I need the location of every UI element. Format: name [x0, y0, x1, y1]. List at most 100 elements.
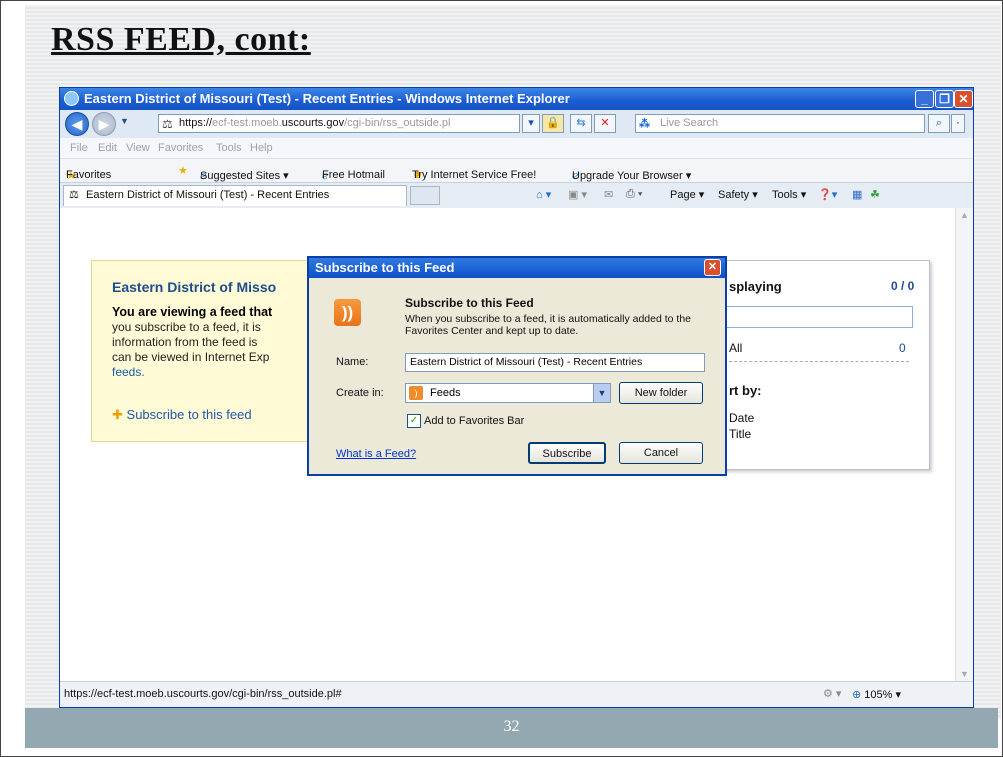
add-to-favorites-bar-checkbox[interactable]: ✓ Add to Favorites Bar	[407, 414, 524, 428]
subscribe-button[interactable]: Subscribe	[528, 442, 606, 464]
back-button[interactable]: ◀	[65, 112, 89, 136]
security-zone-icon[interactable]: ⚙ ▾	[823, 687, 841, 700]
fav-suggested-label: Suggested Sites ▾	[200, 170, 289, 182]
feed-sidebar: splaying 0 / 0 All 0 rt by: Date Title	[700, 260, 930, 470]
stop-icon[interactable]: ✕	[594, 114, 616, 133]
scroll-up-icon[interactable]: ▲	[960, 210, 969, 220]
favorites-bar: ★ Favorites ★ ℯ Suggested Sites ▾ ℯ Free…	[60, 158, 973, 183]
feeds-folder-icon: )	[409, 386, 423, 400]
sidebar-divider	[729, 361, 909, 362]
ie-logo-icon	[64, 91, 79, 106]
favorites-label: Favorites	[66, 169, 112, 181]
zoom-icon: ⊕	[852, 689, 862, 701]
dialog-title: Subscribe to this Feed	[315, 260, 455, 275]
menu-view[interactable]: View	[126, 142, 150, 154]
slide: RSS FEED, cont: Eastern District of Miss…	[0, 0, 1003, 757]
slide-footer: 32	[25, 708, 998, 748]
menu-file[interactable]: File	[70, 142, 88, 154]
sort-date-link[interactable]: Date	[729, 411, 754, 425]
feed-body-line: can be viewed in Internet Exp	[112, 350, 270, 364]
page-number: 32	[503, 718, 520, 735]
feed-name-input[interactable]: Eastern District of Missouri (Test) - Re…	[405, 353, 705, 372]
print-icon[interactable]: ⎙ ▾	[626, 188, 642, 201]
url-host: uscourts.gov	[281, 117, 345, 129]
help-icon[interactable]: ❓▾	[818, 188, 837, 201]
window-title: Eastern District of Missouri (Test) - Re…	[84, 91, 570, 106]
rss-feed-icon: ))	[334, 299, 361, 326]
displaying-label: splaying	[729, 279, 782, 294]
status-url: https://ecf-test.moeb.uscourts.gov/cgi-b…	[64, 688, 342, 700]
zoom-level: 105%	[864, 689, 893, 701]
feeds-icon[interactable]: ▣ ▾	[568, 188, 587, 201]
vertical-scrollbar[interactable]: ▲ ▼	[955, 208, 973, 681]
subscribe-link-label: Subscribe to this feed	[126, 407, 252, 422]
dialog-heading: Subscribe to this Feed	[405, 296, 534, 310]
refresh-icon[interactable]: ⇆	[570, 114, 592, 133]
scroll-down-icon[interactable]: ▼	[960, 669, 969, 679]
tab-recent-entries[interactable]: ⚖ Eastern District of Missouri (Test) - …	[63, 185, 407, 206]
maximize-button[interactable]: ❐	[935, 90, 954, 108]
add-favorite-icon[interactable]: ★	[178, 164, 188, 177]
search-input[interactable]: ⁂ Live Search	[635, 114, 925, 133]
live-search-icon: ⁂	[639, 118, 650, 130]
what-is-feed-link[interactable]: What is a Feed?	[336, 448, 416, 460]
subscribe-star-icon: ✚	[112, 407, 123, 422]
filter-input[interactable]	[721, 306, 913, 328]
fav-upgrade-label: Upgrade Your Browser ▾	[572, 170, 692, 182]
new-folder-button[interactable]: New folder	[619, 382, 703, 404]
create-in-value: Feeds	[430, 387, 461, 399]
subscribe-to-feed-link[interactable]: ✚ Subscribe to this feed	[112, 407, 252, 423]
home-icon[interactable]: ⌂ ▾	[536, 188, 551, 201]
url-dropdown-button[interactable]: ▾	[522, 114, 540, 133]
checkmark-icon: ✓	[407, 414, 421, 428]
slide-title: RSS FEED, cont:	[51, 21, 311, 58]
search-button[interactable]: ⌕	[928, 114, 950, 133]
sort-title-link[interactable]: Title	[729, 427, 751, 441]
sort-by-label: rt by:	[729, 383, 762, 398]
url-path: /cgi-bin/rss_outside.pl	[344, 117, 451, 129]
feeds-link[interactable]: feeds.	[112, 365, 145, 379]
displaying-count: 0 / 0	[891, 279, 915, 293]
history-dropdown-icon[interactable]: ▼	[120, 116, 129, 126]
browser-window: Eastern District of Missouri (Test) - Re…	[59, 87, 974, 708]
create-in-select[interactable]: ) Feeds ▼	[405, 383, 611, 403]
dialog-titlebar: Subscribe to this Feed ✕	[309, 258, 725, 278]
subscribe-dialog: Subscribe to this Feed ✕ )) Subscribe to…	[307, 256, 727, 476]
forward-button[interactable]: ▶	[92, 112, 116, 136]
mail-icon[interactable]: ✉	[604, 188, 613, 201]
search-options-button[interactable]: ·	[951, 114, 965, 133]
dialog-close-button[interactable]: ✕	[704, 259, 721, 276]
fav-try-label: Try Internet Service Free!	[412, 169, 537, 181]
window-titlebar: Eastern District of Missouri (Test) - Re…	[60, 88, 973, 110]
page-menu[interactable]: Page ▾	[670, 188, 704, 201]
lock-icon[interactable]: 🔒	[542, 114, 564, 133]
messenger-icon[interactable]: ☘	[870, 188, 880, 201]
feed-title: Eastern District of Misso	[112, 279, 277, 295]
all-count: 0	[899, 341, 906, 355]
fav-hotmail-label: Free Hotmail	[322, 169, 385, 181]
url-prefix: https://	[179, 117, 213, 129]
add-fav-bar-label: Add to Favorites Bar	[424, 414, 525, 427]
scales-favicon-icon: ⚖	[162, 117, 173, 131]
minimize-button[interactable]: _	[915, 90, 934, 108]
tab-bar: ⚖ Eastern District of Missouri (Test) - …	[60, 182, 973, 209]
url-input[interactable]: ⚖ https://ecf-test.moeb.uscourts.gov/cgi…	[158, 114, 520, 133]
research-icon[interactable]: ▦	[852, 188, 862, 201]
menu-tools[interactable]: Tools	[216, 142, 242, 154]
name-label: Name:	[336, 356, 369, 368]
all-filter-link[interactable]: All	[729, 341, 742, 355]
feed-body-line: information from the feed is	[112, 335, 258, 349]
menu-edit[interactable]: Edit	[98, 142, 117, 154]
feed-body-bold: You are viewing a feed that	[112, 305, 273, 319]
new-tab-button[interactable]	[410, 186, 440, 205]
safety-menu[interactable]: Safety ▾	[718, 188, 758, 201]
feed-body-line: you subscribe to a feed, it is	[112, 320, 261, 334]
zoom-control[interactable]: ⊕ 105% ▾	[852, 688, 901, 701]
menu-favorites[interactable]: Favorites	[158, 142, 203, 154]
create-in-label: Create in:	[336, 387, 384, 399]
menu-bar: File Edit View Favorites Tools Help	[60, 138, 973, 158]
close-window-button[interactable]: ✕	[954, 90, 973, 108]
menu-help[interactable]: Help	[250, 142, 273, 154]
cancel-button[interactable]: Cancel	[619, 442, 703, 464]
tools-menu[interactable]: Tools ▾	[772, 188, 806, 201]
